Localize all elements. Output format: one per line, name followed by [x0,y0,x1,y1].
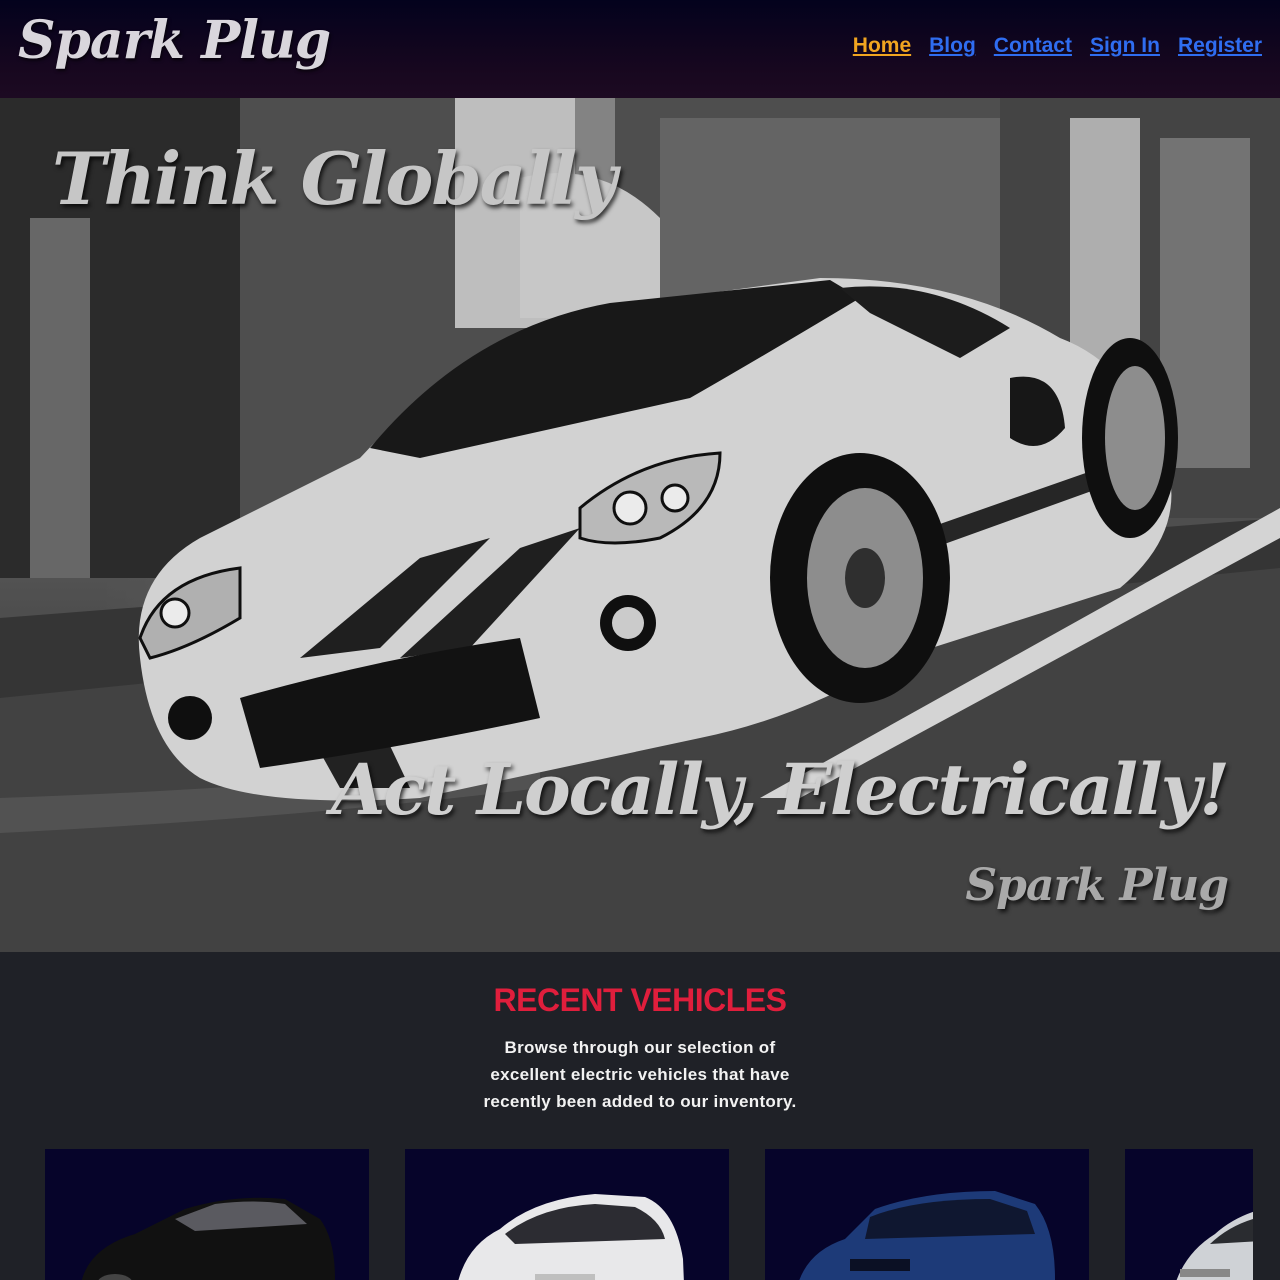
nav-blog-link[interactable]: Blog [929,34,976,58]
vehicle-card[interactable] [405,1149,729,1280]
recent-vehicles-description: Browse through our selection of excellen… [483,1038,797,1111]
brand-logo[interactable]: Spark Plug [18,10,331,71]
nav-home-link[interactable]: Home [853,34,911,58]
vehicle-image-white-hatchback [458,1194,684,1280]
hero-headline-top: Think Globally [52,136,617,221]
vehicle-card-list [45,1149,1253,1280]
recent-vehicles-section: RECENT VEHICLES Browse through our selec… [0,952,1280,1280]
vehicle-card[interactable] [765,1149,1089,1280]
vehicle-image-silver-suv [1176,1211,1253,1280]
nav-register-link[interactable]: Register [1178,34,1262,58]
vehicle-image-black-sedan [81,1197,335,1280]
hero-banner: Think Globally Act Locally, Electrically… [0,98,1280,952]
vehicle-image-blue-crossover [799,1191,1055,1280]
vehicle-card[interactable] [45,1149,369,1280]
site-header: Spark Plug Home Blog Contact Sign In Reg… [0,0,1280,98]
recent-vehicles-title: RECENT VEHICLES [493,982,787,1018]
hero-headline-bottom: Act Locally, Electrically! [331,748,1230,831]
hero-signature: Spark Plug [965,860,1229,911]
main-nav: Home Blog Contact Sign In Register [853,34,1262,58]
nav-sign-in-link[interactable]: Sign In [1090,34,1160,58]
vehicle-card[interactable] [1125,1149,1253,1280]
nav-contact-link[interactable]: Contact [994,34,1072,58]
